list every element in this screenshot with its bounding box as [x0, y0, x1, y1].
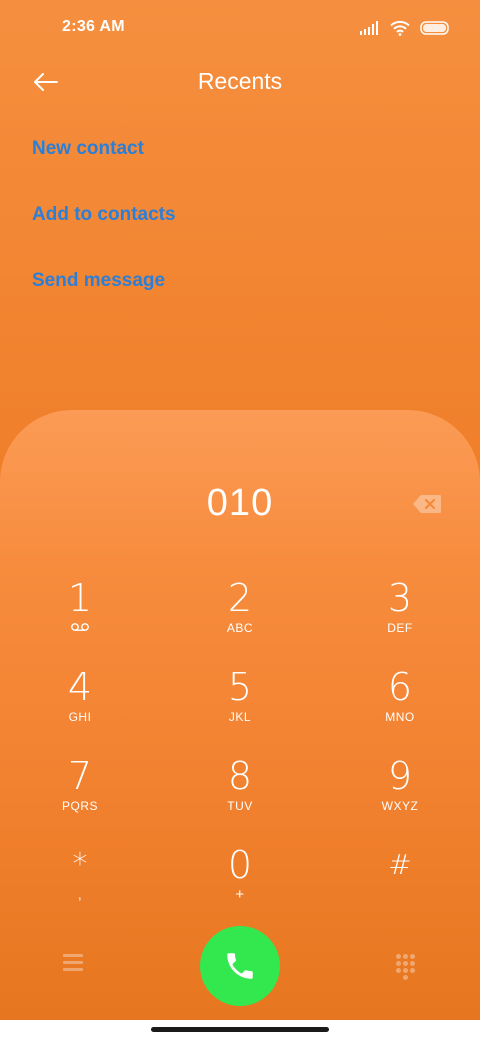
key-digit: 8	[227, 754, 253, 798]
menu-icon[interactable]	[60, 954, 86, 976]
status-bar: 2:36 AM	[0, 0, 480, 56]
key-letters: DEF	[387, 621, 413, 635]
key-7[interactable]: 7 PQRS	[20, 754, 140, 834]
status-time: 2:36 AM	[62, 18, 125, 35]
key-1[interactable]: 1	[20, 576, 140, 656]
key-digit: 5	[227, 665, 253, 709]
key-4[interactable]: 4 GHI	[20, 665, 140, 745]
key-letters: MNO	[385, 710, 415, 724]
dialpad-icon[interactable]	[396, 954, 418, 982]
backspace-icon	[413, 495, 441, 513]
home-indicator[interactable]	[151, 1027, 329, 1032]
key-digit: *	[72, 847, 88, 882]
key-5[interactable]: 5 JKL	[180, 665, 300, 745]
key-9[interactable]: 9 WXYZ	[340, 754, 460, 834]
key-digit: 9	[387, 754, 413, 798]
add-to-contacts-link[interactable]: Add to contacts	[32, 192, 432, 258]
backspace-button[interactable]	[412, 494, 442, 514]
key-letters: PQRS	[61, 799, 98, 813]
bottom-bar	[0, 922, 480, 1012]
key-letters: JKL	[228, 710, 252, 724]
key-digit: 2	[227, 576, 253, 620]
key-6[interactable]: 6 MNO	[340, 665, 460, 745]
key-8[interactable]: 8 TUV	[180, 754, 300, 834]
phone-icon	[227, 953, 253, 979]
key-digit: 3	[387, 576, 413, 620]
header: Recents	[0, 56, 480, 108]
signal-icon	[360, 21, 380, 35]
key-letters: +	[235, 886, 245, 903]
key-digit: 4	[67, 665, 93, 709]
key-letters: ABC	[226, 621, 254, 635]
action-list: New contact Add to contacts Send message	[32, 126, 432, 324]
call-button[interactable]	[200, 926, 280, 1006]
key-digit: 0	[227, 843, 253, 887]
key-digit: 1	[67, 576, 93, 620]
key-2[interactable]: 2 ABC	[180, 576, 300, 656]
send-message-link[interactable]: Send message	[32, 258, 432, 324]
key-hash[interactable]: #	[340, 843, 460, 923]
new-contact-link[interactable]: New contact	[32, 126, 432, 192]
page-title: Recents	[197, 68, 283, 94]
key-digit: 6	[387, 665, 413, 709]
wifi-icon	[390, 20, 410, 36]
key-letters: TUV	[227, 799, 253, 813]
dialed-number: 010	[206, 482, 274, 524]
key-digit: 7	[67, 754, 93, 798]
dialer-screen: 2:36 AM Recents New contact Add to conta…	[0, 0, 480, 1020]
key-star[interactable]: * ,	[20, 843, 140, 923]
status-icons	[360, 18, 450, 38]
key-letters: WXYZ	[381, 799, 419, 813]
key-letters: GHI	[68, 710, 92, 724]
key-letters: ,	[77, 887, 83, 902]
key-digit: #	[388, 848, 412, 881]
key-3[interactable]: 3 DEF	[340, 576, 460, 656]
battery-icon	[420, 21, 450, 35]
voicemail-icon	[20, 620, 140, 634]
key-0[interactable]: 0 +	[180, 843, 300, 923]
dialpad-panel: 010 1 2 ABC 3 DEF 4 GHI 5 JKL 6 MNO 7 PQ…	[0, 410, 480, 1020]
